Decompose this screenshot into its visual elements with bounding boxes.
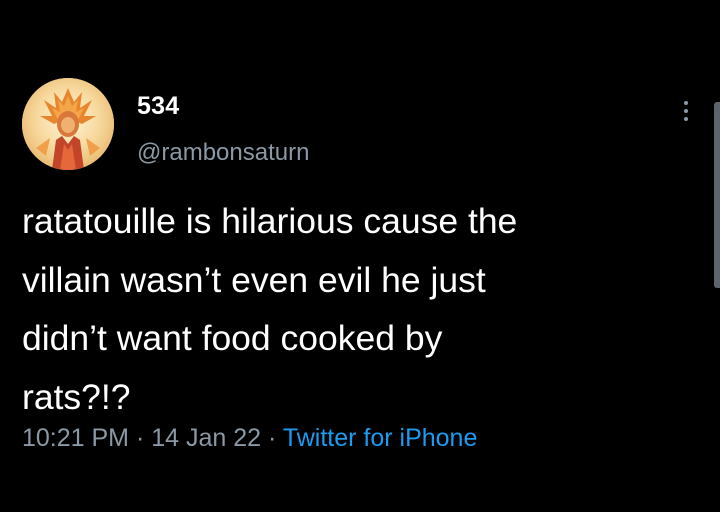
tweet-card: 534 @rambonsaturn ratatouille is hilario… [0, 0, 720, 512]
tweet-source-link[interactable]: Twitter for iPhone [283, 424, 478, 452]
tweet-text-line: villain wasn’t even evil he just [22, 259, 486, 300]
tweet-text: ratatouille is hilarious cause the villa… [22, 192, 682, 426]
display-name[interactable]: 534 [137, 92, 179, 121]
avatar[interactable] [22, 78, 114, 170]
user-handle[interactable]: @rambonsaturn [137, 139, 309, 167]
meta-separator: · [261, 424, 283, 452]
meta-separator: · [129, 424, 152, 452]
tweet-text-line: ratatouille is hilarious cause the [22, 201, 518, 241]
more-dot [684, 109, 688, 113]
more-options-icon[interactable] [674, 96, 698, 126]
tweet-date[interactable]: 14 Jan 22 [151, 424, 261, 452]
more-dot [684, 101, 688, 105]
tweet-text-line: didn’t want food cooked by [22, 318, 443, 358]
tweet-text-line: rats?!? [22, 376, 131, 417]
more-dot [684, 117, 688, 121]
avatar-image [22, 78, 114, 170]
tweet-metadata: 10:21 PM · 14 Jan 22 · Twitter for iPhon… [22, 424, 477, 453]
scrollbar[interactable] [714, 102, 720, 288]
tweet-time[interactable]: 10:21 PM [22, 424, 129, 452]
